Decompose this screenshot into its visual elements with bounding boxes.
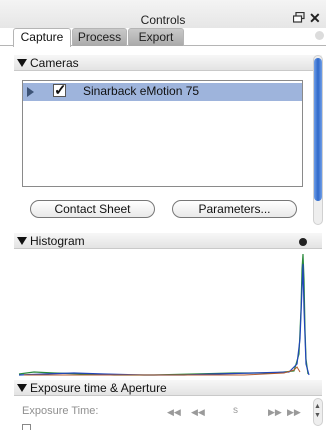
exposure-section-header[interactable]: Exposure time & Aperture — [14, 380, 322, 396]
title-bar: Controls ✕ — [0, 0, 326, 28]
list-item-camera[interactable]: ✓ Sinarback eMotion 75 — [23, 82, 302, 101]
disclosure-triangle-icon — [17, 237, 27, 245]
rewind-icon[interactable]: ◀◀ — [191, 407, 205, 418]
tab-capture[interactable]: Capture — [13, 28, 71, 47]
tab-export[interactable]: Export — [128, 28, 184, 46]
camera-list[interactable]: ✓ Sinarback eMotion 75 — [22, 80, 303, 187]
close-icon[interactable]: ✕ — [309, 11, 323, 25]
tab-end-icon — [315, 31, 324, 40]
scrollbar[interactable] — [313, 55, 323, 225]
forward-icon[interactable]: ▶▶ — [268, 407, 282, 418]
parameters-button[interactable]: Parameters... — [172, 200, 297, 218]
stepper-arrows-icon[interactable]: ▲ ▼ — [314, 402, 322, 422]
float-window-icon[interactable] — [292, 11, 307, 24]
tab-process[interactable]: Process — [72, 28, 127, 46]
disclosure-triangle-icon — [17, 59, 27, 67]
checkmark-icon: ✓ — [54, 82, 67, 99]
info-icon[interactable] — [299, 238, 307, 246]
cameras-header-label: Cameras — [30, 56, 79, 70]
exposure-value: s — [233, 405, 238, 416]
small-checkbox[interactable] — [22, 424, 31, 430]
camera-label: Sinarback eMotion 75 — [83, 84, 200, 98]
cameras-section-header[interactable]: Cameras — [14, 55, 322, 71]
disclosure-triangle-icon — [17, 384, 27, 392]
tab-bar: Capture Process Export — [0, 28, 326, 47]
expand-arrow-icon[interactable] — [27, 87, 34, 97]
exposure-time-label: Exposure Time: — [22, 405, 99, 417]
histogram-section-header[interactable]: Histogram — [14, 233, 322, 249]
camera-checkbox[interactable]: ✓ — [53, 82, 67, 99]
exposure-header-label: Exposure time & Aperture — [30, 381, 167, 395]
contact-sheet-button[interactable]: Contact Sheet — [30, 200, 155, 218]
rewind-fast-icon[interactable]: ◀◀ — [167, 407, 181, 418]
window-title: Controls — [140, 13, 186, 27]
forward-fast-icon[interactable]: ▶▶ — [287, 407, 301, 418]
histogram-header-label: Histogram — [30, 234, 85, 248]
histogram-plot — [14, 249, 310, 377]
scrollbar-thumb[interactable] — [314, 58, 322, 201]
